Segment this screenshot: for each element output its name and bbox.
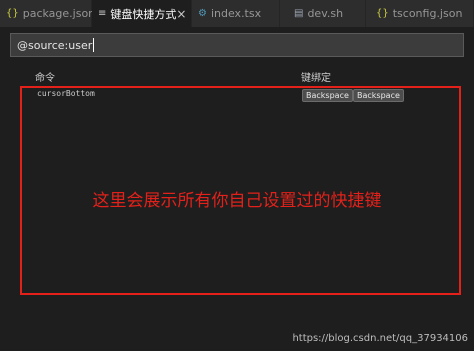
tab-keyboard-shortcuts[interactable]: ≡ 键盘快捷方式 × bbox=[92, 0, 192, 27]
tab-label: index.tsx bbox=[210, 7, 262, 20]
keybindings-search-input[interactable]: @source:user bbox=[10, 33, 464, 57]
json-file-icon: {} bbox=[6, 8, 19, 19]
column-header-keybinding[interactable]: 键绑定 bbox=[301, 69, 331, 84]
tab-tsconfig-json[interactable]: {} tsconfig.json bbox=[366, 0, 474, 27]
keyboard-shortcuts-icon: ≡ bbox=[98, 8, 107, 19]
tab-label: package.json bbox=[22, 7, 96, 20]
tab-dev-sh[interactable]: ▤ dev.sh bbox=[280, 0, 366, 27]
json-file-icon: {} bbox=[376, 8, 389, 19]
typescript-file-icon: ⚙ bbox=[198, 8, 207, 19]
shell-file-icon: ▤ bbox=[294, 8, 304, 19]
tab-index-tsx[interactable]: ⚙ index.tsx bbox=[192, 0, 280, 27]
tab-label: 键盘快捷方式 bbox=[110, 7, 177, 21]
search-value: @source:user bbox=[17, 38, 93, 52]
close-icon[interactable]: × bbox=[176, 7, 186, 21]
watermark: https://blog.csdn.net/qq_37934106 bbox=[292, 333, 468, 344]
column-header-command[interactable]: 命令 bbox=[35, 69, 55, 84]
annotation-text: 这里会展示所有你自己设置过的快捷键 bbox=[92, 191, 382, 211]
tab-label: tsconfig.json bbox=[392, 7, 463, 20]
tab-label: dev.sh bbox=[307, 7, 344, 20]
keybindings-table-header: 命令 键绑定 bbox=[0, 66, 474, 84]
tab-package-json[interactable]: {} package.json bbox=[0, 0, 96, 27]
editor-tab-bar: {} package.json ≡ 键盘快捷方式 × ⚙ index.tsx ▤… bbox=[0, 0, 474, 27]
text-caret bbox=[93, 38, 95, 52]
